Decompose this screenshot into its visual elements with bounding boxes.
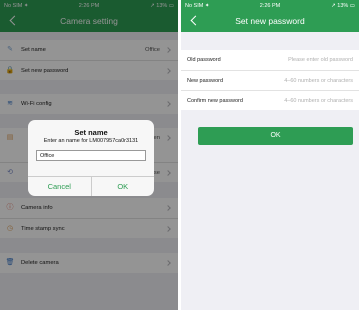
password-form: Old password New password Confirm new pa… — [181, 50, 359, 110]
set-password-screen: No SIM ✦ 2:26 PM ↗ 13% ▭ Set new passwor… — [181, 0, 359, 310]
camera-setting-screen: No SIM ✦ 2:26 PM ↗ 13% ▭ Camera setting … — [0, 0, 178, 310]
old-password-row: Old password — [181, 50, 359, 70]
new-password-row: New password — [181, 70, 359, 90]
battery-indicator: ↗ 13% ▭ — [331, 3, 355, 9]
old-password-input[interactable] — [224, 57, 353, 63]
ok-button[interactable]: OK — [90, 177, 155, 196]
confirm-password-row: Confirm new password — [181, 90, 359, 110]
new-password-label: New password — [187, 77, 224, 84]
name-input[interactable] — [36, 150, 146, 161]
ok-button[interactable]: OK — [198, 127, 353, 145]
page-title: Set new password — [235, 16, 305, 26]
dialog-buttons: Cancel OK — [28, 176, 154, 196]
status-bar: No SIM ✦ 2:26 PM ↗ 13% ▭ — [181, 1, 359, 11]
dialog-title: Set name — [74, 128, 108, 137]
nav-bar: No SIM ✦ 2:26 PM ↗ 13% ▭ Set new passwor… — [181, 0, 359, 32]
old-password-label: Old password — [187, 57, 221, 63]
new-password-input[interactable] — [227, 77, 353, 84]
set-name-dialog: Set name Enter an name for LM007957ca0r3… — [28, 120, 154, 196]
confirm-password-input[interactable] — [246, 97, 353, 104]
confirm-password-label: Confirm new password — [187, 97, 243, 104]
cancel-button[interactable]: Cancel — [28, 177, 91, 196]
dialog-message: Enter an name for LM007957ca0r3131 — [43, 138, 139, 144]
